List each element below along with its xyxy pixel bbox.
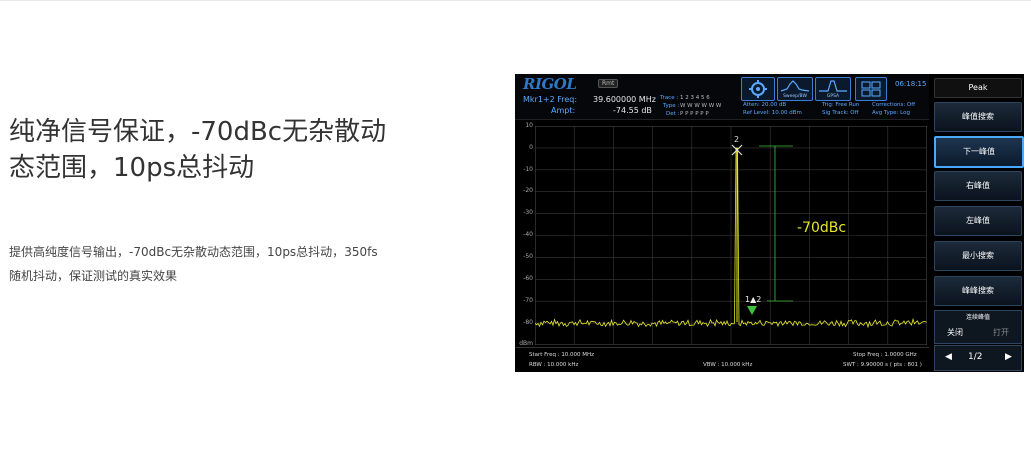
top-divider (0, 0, 1031, 1)
grid-layout-icon (861, 81, 881, 97)
prev-page-icon[interactable]: ◀ (945, 352, 952, 362)
toggle-title: 连续峰值 (965, 314, 990, 321)
page-description: 提供高纯度信号输出，-70dBc无杂散动态范围，10ps总抖动，350fs 随机… (9, 240, 449, 288)
dbc-label: -70dBc (797, 220, 846, 236)
delta-marker-label: 1▲2 (745, 295, 761, 304)
left-peak-button[interactable]: 左峰值 (934, 206, 1022, 236)
page-indicator: 1/2 (968, 352, 983, 362)
layout-tool-button[interactable] (855, 77, 887, 101)
toggle-off-option[interactable]: 关闭 (947, 327, 963, 338)
stop-freq: Stop Freq : 1.0000 GHz (853, 352, 917, 358)
trig-info: Trig: Free Run (822, 102, 860, 108)
remote-badge: Rmt (598, 79, 619, 88)
start-freq: Start Freq : 10.000 MHz (529, 352, 595, 358)
heading-line-2: 态范围，10ps总抖动 (9, 153, 255, 183)
peak-softkey-menu: Peak 峰值搜索 下一峰值 右峰值 左峰值 最小搜索 峰峰搜索 连续峰值 关闭… (931, 74, 1024, 372)
clock-time: 06:18:15 (895, 80, 927, 88)
y-tick-label: -80 (523, 319, 533, 326)
type-values: W W W W W W (680, 103, 722, 109)
corrections-info: Corrections: Off (872, 102, 916, 108)
y-tick-label: -30 (523, 209, 533, 216)
vbw: VBW : 10.000 kHz (703, 362, 753, 368)
atten-info: Atten: 20.00 dB (743, 102, 787, 108)
det-label: Det : (666, 111, 680, 117)
trace-label: Trace : (660, 95, 679, 101)
marker-ampt-value: -74.55 dB (613, 106, 652, 115)
marker-2-label: 2 (734, 135, 739, 144)
marker-freq-label: Mkr1+2 Freq: (523, 95, 578, 104)
y-tick-label: -10 (523, 166, 533, 173)
continuous-peak-toggle[interactable]: 连续峰值 关闭 打开 (934, 310, 1022, 344)
analyzer-status-header: RIGOL Rmt Mkr1+2 Freq: 39.600000 MHz Amp… (515, 74, 929, 120)
y-unit-label: dBm (519, 340, 533, 347)
det-values: P P P P P P (680, 111, 709, 117)
toggle-on-option[interactable]: 打开 (993, 327, 1009, 338)
y-tick-label: 10 (525, 122, 533, 129)
spectrum-icon (780, 80, 810, 92)
y-tick-label: -50 (523, 253, 533, 260)
y-tick-label: 0 (529, 144, 533, 151)
menu-title: Peak (934, 78, 1022, 98)
min-search-button[interactable]: 最小搜索 (934, 241, 1022, 271)
right-peak-button[interactable]: 右峰值 (934, 171, 1022, 201)
description-line-2: 随机抖动，保证测试的真实效果 (9, 269, 178, 283)
rbw: RBW : 10.000 kHz (529, 362, 579, 368)
heading-line-1: 纯净信号保证，-70dBc无杂散动 (9, 117, 387, 147)
signal-peak-icon (819, 80, 847, 92)
trace-numbers: 1 2 3 4 5 6 (680, 95, 710, 101)
brand-logo: RIGOL (523, 75, 577, 93)
next-peak-button[interactable]: 下一峰值 (934, 136, 1024, 168)
type-label: Type : (663, 103, 680, 109)
settings-tool-button[interactable] (741, 77, 775, 101)
gear-icon (749, 80, 767, 98)
y-tick-label: -70 (523, 297, 533, 304)
peak-peak-search-button[interactable]: 峰峰搜索 (934, 276, 1022, 306)
page-heading: 纯净信号保证，-70dBc无杂散动 态范围，10ps总抖动 (9, 114, 449, 186)
peak-search-button[interactable]: 峰值搜索 (934, 102, 1022, 132)
y-tick-label: -40 (523, 231, 533, 238)
analyzer-footer: Start Freq : 10.000 MHz Stop Freq : 1.00… (515, 347, 929, 373)
y-tick-label: -60 (523, 275, 533, 282)
marker-ampt-label: Ampt: (551, 106, 576, 115)
y-tick-label: -20 (523, 187, 533, 194)
spectrum-plot: 2 -70dBc 1▲2 (535, 126, 927, 345)
avg-type-info: Avg Type: Log (872, 110, 910, 116)
sweep-bw-tool-button[interactable]: Sweep/BW (777, 77, 813, 101)
gpsa-label: GPSA (826, 94, 840, 99)
sweep-time: SWT : 9.90000 s ( pts : 801 ) (843, 362, 922, 368)
marker-freq-value: 39.600000 MHz (593, 95, 656, 104)
sig-track-info: Sig Track: Off (822, 110, 859, 116)
spectrum-analyzer-screenshot: RIGOL Rmt Mkr1+2 Freq: 39.600000 MHz Amp… (515, 74, 1024, 372)
next-page-icon[interactable]: ▶ (1005, 352, 1012, 362)
menu-pager: ◀ 1/2 ▶ (934, 345, 1022, 371)
gpsa-tool-button[interactable]: GPSA (815, 77, 851, 101)
sweep-bw-label: Sweep/BW (783, 94, 807, 99)
ref-level-info: Ref Level: 10.00 dBm (743, 110, 802, 116)
description-line-1: 提供高纯度信号输出，-70dBc无杂散动态范围，10ps总抖动，350fs (9, 245, 378, 259)
